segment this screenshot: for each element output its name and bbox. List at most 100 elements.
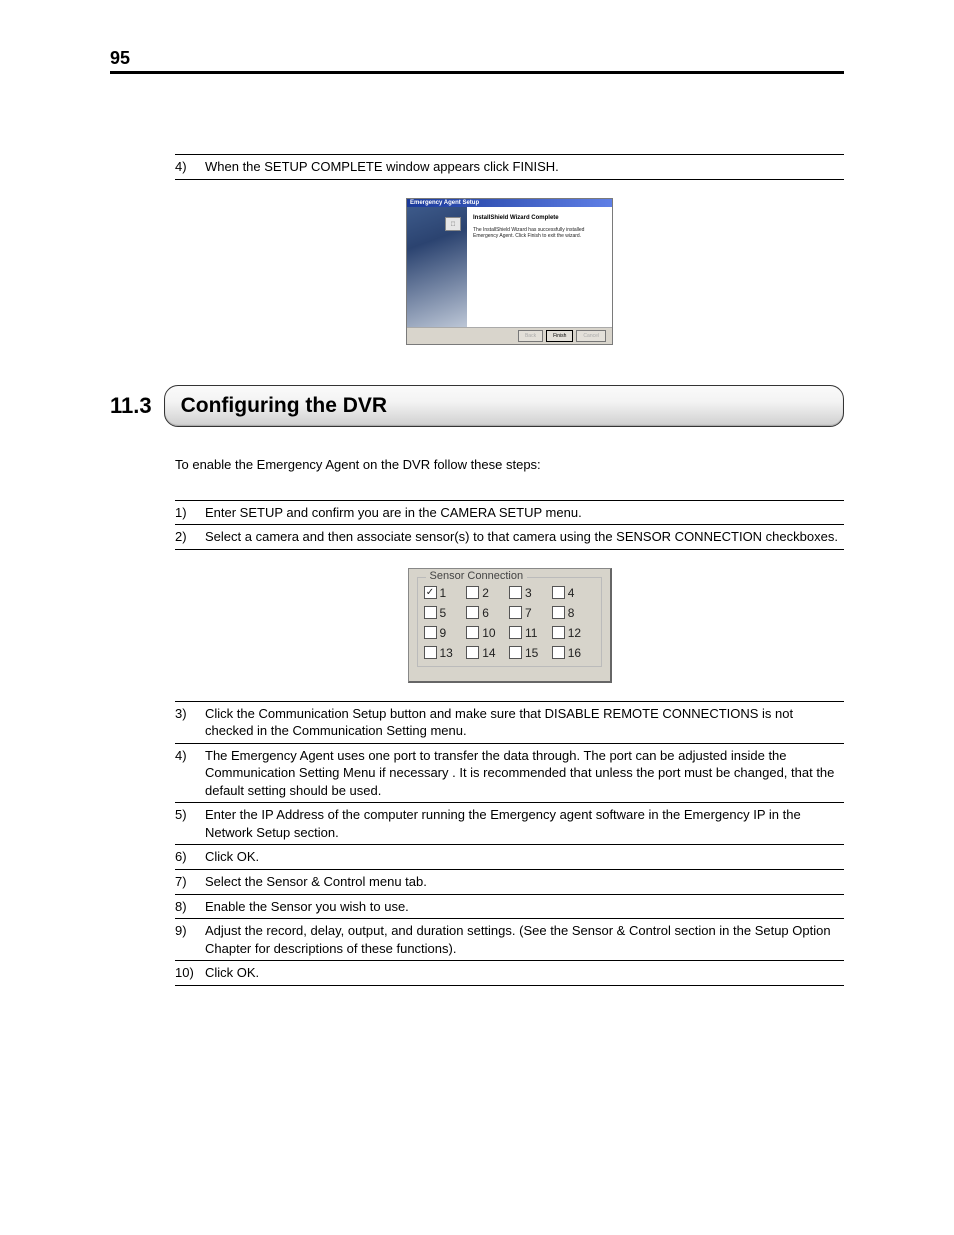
cancel-button[interactable]: Cancel [576,330,606,342]
checkbox-icon[interactable] [424,646,437,659]
step-row: 3)Click the Communication Setup button a… [175,702,844,744]
sensor-checkbox-9[interactable]: 9 [424,626,467,640]
sensor-checkbox-3[interactable]: 3 [509,586,552,600]
step-number: 6) [175,848,205,866]
step-number: 2) [175,528,205,546]
step-text: Click OK. [205,848,844,866]
sensor-connection-legend: Sensor Connection [426,570,528,582]
step-text: Select the Sensor & Control menu tab. [205,873,844,891]
installer-icon: ⬚ [445,217,461,231]
step-number: 4) [175,158,205,176]
sensor-checkbox-16[interactable]: 16 [552,646,595,660]
sensor-label: 6 [482,606,489,620]
sensor-label: 1 [440,586,447,600]
installer-screenshot: Emergency Agent Setup ⬚ InstallShield Wi… [406,198,613,345]
sensor-checkbox-6[interactable]: 6 [466,606,509,620]
section-intro: To enable the Emergency Agent on the DVR… [175,457,844,472]
sensor-label: 11 [525,626,537,640]
step-row: 7)Select the Sensor & Control menu tab. [175,870,844,895]
checkbox-icon[interactable] [466,586,479,599]
step-row: 9)Adjust the record, delay, output, and … [175,919,844,961]
checkbox-icon[interactable] [509,626,522,639]
checkbox-icon[interactable]: ✓ [424,586,437,599]
sensor-checkbox-10[interactable]: 10 [466,626,509,640]
checkbox-icon[interactable] [466,626,479,639]
sensor-checkbox-5[interactable]: 5 [424,606,467,620]
step-row: 1)Enter SETUP and confirm you are in the… [175,501,844,526]
step-text: Adjust the record, delay, output, and du… [205,922,844,957]
step-text: Click OK. [205,964,844,982]
sensor-label: 5 [440,606,447,620]
step-row: 4)The Emergency Agent uses one port to t… [175,744,844,804]
step-row: 2)Select a camera and then associate sen… [175,525,844,550]
step-text: When the SETUP COMPLETE window appears c… [205,158,844,176]
step-row: 5)Enter the IP Address of the computer r… [175,803,844,845]
sensor-label: 4 [568,586,575,600]
step-text: Enable the Sensor you wish to use. [205,898,844,916]
section-header: 11.3 Configuring the DVR [110,385,844,427]
sensor-checkbox-2[interactable]: 2 [466,586,509,600]
step-number: 3) [175,705,205,740]
steps-list-a: 1)Enter SETUP and confirm you are in the… [175,500,844,550]
back-button[interactable]: Back [518,330,543,342]
section-number: 11.3 [110,385,164,427]
sensor-label: 16 [568,646,581,660]
step-number: 4) [175,747,205,800]
top-step-list: 4)When the SETUP COMPLETE window appears… [175,154,844,180]
sensor-checkbox-8[interactable]: 8 [552,606,595,620]
sensor-connection-panel: Sensor Connection ✓123456789101112131415… [408,568,612,683]
step-number: 9) [175,922,205,957]
step-row: 10)Click OK. [175,961,844,986]
checkbox-icon[interactable] [466,606,479,619]
sensor-checkbox-13[interactable]: 13 [424,646,467,660]
checkbox-icon[interactable] [552,626,565,639]
section-title: Configuring the DVR [164,385,844,427]
sensor-label: 8 [568,606,575,620]
checkbox-icon[interactable] [552,606,565,619]
installer-body-text: The InstallShield Wizard has successfull… [473,227,606,239]
step-number: 10) [175,964,205,982]
step-number: 8) [175,898,205,916]
checkbox-icon[interactable] [509,606,522,619]
sensor-label: 13 [440,646,453,660]
step-text: Click the Communication Setup button and… [205,705,844,740]
finish-button[interactable]: Finish [546,330,573,342]
step-row: 8)Enable the Sensor you wish to use. [175,895,844,920]
installer-heading: InstallShield Wizard Complete [473,215,606,221]
checkbox-icon[interactable] [509,586,522,599]
step-number: 1) [175,504,205,522]
step-row: 6)Click OK. [175,845,844,870]
sensor-label: 7 [525,606,532,620]
sensor-checkbox-11[interactable]: 11 [509,626,552,640]
step-row: 4)When the SETUP COMPLETE window appears… [175,155,844,180]
sensor-label: 10 [482,626,495,640]
step-number: 5) [175,806,205,841]
step-number: 7) [175,873,205,891]
checkbox-icon[interactable] [552,586,565,599]
sensor-checkbox-12[interactable]: 12 [552,626,595,640]
sensor-label: 14 [482,646,495,660]
page-rule [110,71,844,74]
installer-titlebar: Emergency Agent Setup [407,199,612,207]
sensor-label: 15 [525,646,538,660]
sensor-label: 9 [440,626,447,640]
page-number: 95 [110,48,844,69]
sensor-label: 3 [525,586,532,600]
sensor-checkbox-7[interactable]: 7 [509,606,552,620]
sensor-checkbox-4[interactable]: 4 [552,586,595,600]
sensor-checkbox-14[interactable]: 14 [466,646,509,660]
content-area: 4)When the SETUP COMPLETE window appears… [175,154,844,986]
step-text: Enter SETUP and confirm you are in the C… [205,504,844,522]
checkbox-icon[interactable] [509,646,522,659]
step-text: Select a camera and then associate senso… [205,528,844,546]
sensor-label: 12 [568,626,581,640]
sensor-checkbox-1[interactable]: ✓1 [424,586,467,600]
checkbox-icon[interactable] [552,646,565,659]
sensor-checkbox-15[interactable]: 15 [509,646,552,660]
sensor-label: 2 [482,586,489,600]
installer-sidebar-graphic: ⬚ [407,207,467,327]
checkbox-icon[interactable] [424,606,437,619]
checkbox-icon[interactable] [466,646,479,659]
checkbox-icon[interactable] [424,626,437,639]
steps-list-b: 3)Click the Communication Setup button a… [175,701,844,986]
